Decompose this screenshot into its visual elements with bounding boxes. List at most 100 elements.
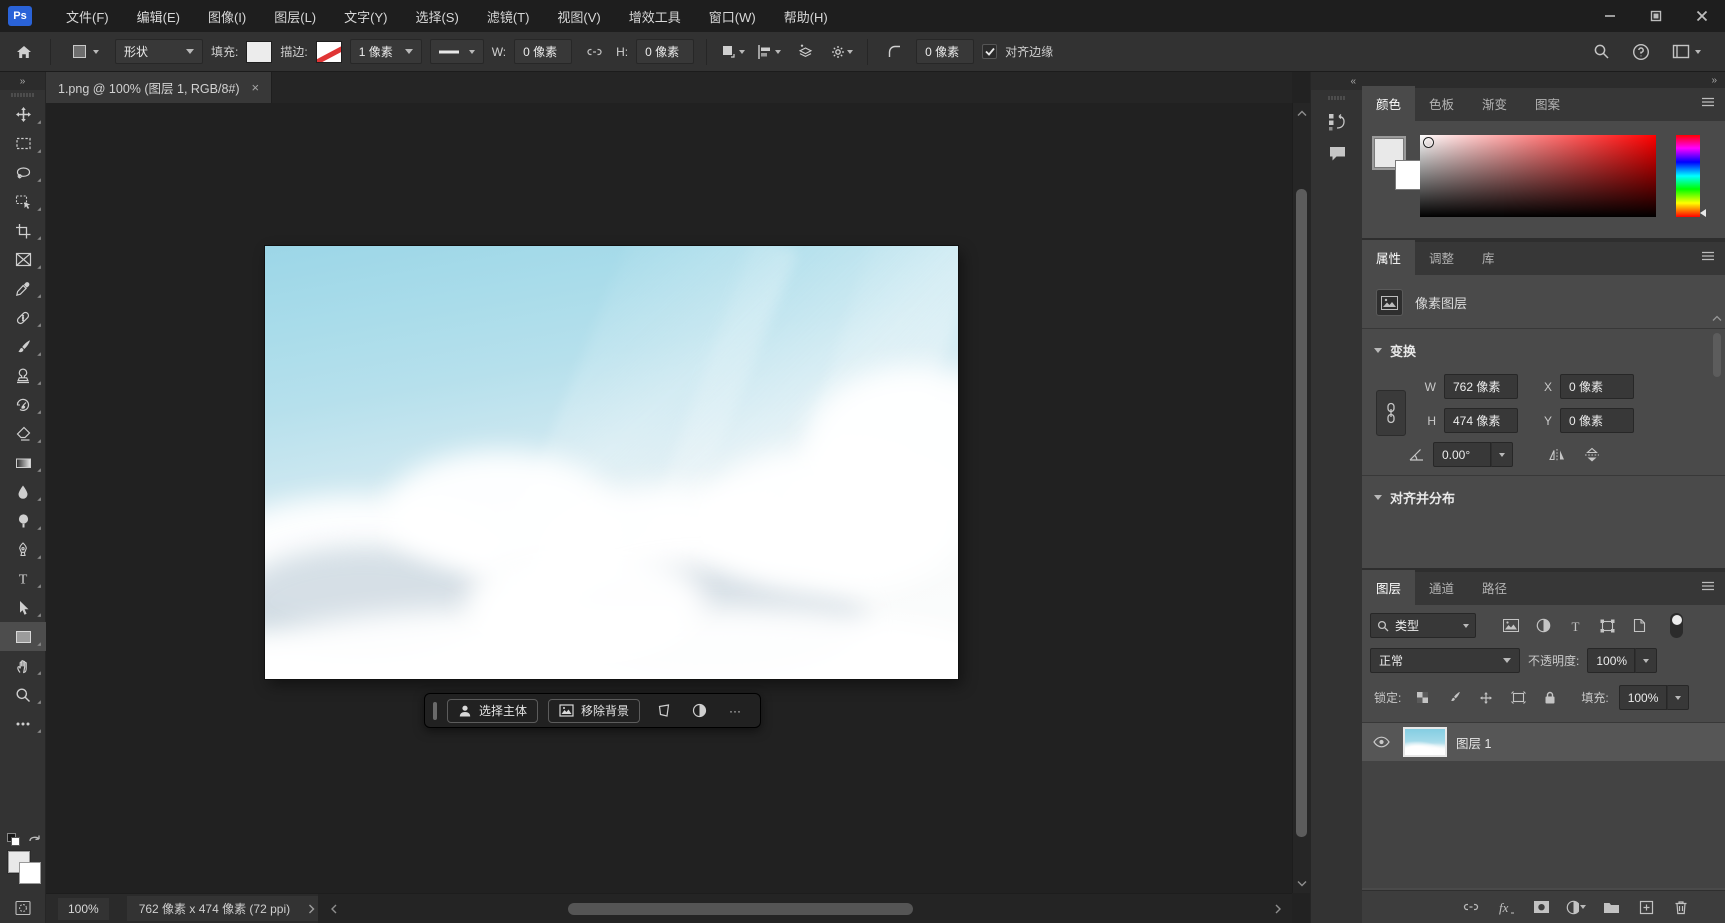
select-subject-button[interactable]: 选择主体 [447,699,538,723]
flip-horizontal-icon[interactable] [1547,447,1567,463]
corner-radius-input[interactable]: 0 像素 [916,39,974,64]
layer-name[interactable]: 图层 1 [1456,733,1491,752]
default-colors-icon[interactable] [7,833,21,846]
transform-section-header[interactable]: 变换 [1362,329,1725,368]
fill-select[interactable]: 100% [1619,685,1689,710]
path-arrangement-icon[interactable] [791,39,819,65]
tab-swatches[interactable]: 色板 [1415,86,1468,121]
tool-preset-picker[interactable] [63,39,107,65]
filter-smart-objects-icon[interactable] [1628,615,1650,637]
horizontal-scroll-thumb[interactable] [568,903,913,915]
workspace-switcher[interactable] [1672,44,1701,59]
link-layers-icon[interactable] [1461,897,1481,917]
tab-paths[interactable]: 路径 [1468,570,1521,605]
menu-window[interactable]: 窗口(W) [697,1,768,32]
quick-mask-icon[interactable] [0,895,46,921]
lock-pixels-icon[interactable] [1443,687,1465,709]
tab-gradients[interactable]: 渐变 [1468,86,1521,121]
link-dimensions-icon[interactable] [580,39,608,65]
tool-eraser[interactable] [0,419,46,448]
panel-menu-icon[interactable] [1701,581,1715,591]
tool-gradient[interactable] [0,448,46,477]
menu-file[interactable]: 文件(F) [54,1,121,32]
menu-help[interactable]: 帮助(H) [772,1,840,32]
menu-select[interactable]: 选择(S) [403,1,470,32]
remove-background-button[interactable]: 移除背景 [548,699,640,723]
panel-menu-icon[interactable] [1701,251,1715,261]
menu-image[interactable]: 图像(I) [196,1,258,32]
new-adjustment-layer-icon[interactable] [1566,897,1586,917]
collapse-tools-icon[interactable]: » [0,72,45,90]
scroll-right-icon[interactable] [1268,904,1288,914]
blend-mode-select[interactable]: 正常 [1370,648,1520,673]
layer-visibility-toggle[interactable] [1368,736,1394,748]
rotation-angle-select[interactable]: 0.00° [1433,442,1513,467]
layer-row[interactable]: 图层 1 [1362,723,1725,761]
search-icon[interactable] [1593,43,1610,60]
color-field-marker[interactable] [1423,137,1434,148]
comments-panel-icon[interactable] [1311,138,1363,170]
filter-type-layers-icon[interactable]: T [1564,615,1586,637]
path-alignment-icon[interactable] [755,39,783,65]
menu-type[interactable]: 文字(Y) [332,1,399,32]
new-group-icon[interactable] [1601,897,1621,917]
width-value-input[interactable]: 762 像素 [1444,374,1518,399]
tool-spot-healing-brush[interactable] [0,303,46,332]
height-value-input[interactable]: 474 像素 [1444,408,1518,433]
y-value-input[interactable]: 0 像素 [1560,408,1634,433]
tab-properties[interactable]: 属性 [1362,240,1415,275]
tool-eyedropper[interactable] [0,274,46,303]
tool-clone-stamp[interactable] [0,361,46,390]
opacity-select[interactable]: 100% [1587,648,1657,673]
shape-height-input[interactable]: 0 像素 [636,39,694,64]
taskbar-drag-handle[interactable] [433,702,437,720]
close-document-icon[interactable]: × [252,80,260,95]
lock-all-icon[interactable] [1539,687,1561,709]
document-tab[interactable]: 1.png @ 100% (图层 1, RGB/8#) × [46,72,272,103]
document-viewport[interactable]: 选择主体 移除背景 ··· [46,103,1292,893]
tool-crop[interactable] [0,216,46,245]
vertical-scrollbar[interactable] [1292,103,1310,893]
more-options-icon[interactable]: ··· [722,699,748,723]
transform-image-icon[interactable] [650,699,676,723]
tools-grip[interactable] [0,90,45,100]
lock-artboard-icon[interactable] [1507,687,1529,709]
tab-color[interactable]: 颜色 [1362,86,1415,121]
scroll-down-icon[interactable] [1293,875,1311,891]
filter-adjustment-layers-icon[interactable] [1532,615,1554,637]
tab-layers[interactable]: 图层 [1362,570,1415,605]
tool-hand[interactable] [0,651,46,680]
stroke-swatch[interactable] [316,41,342,63]
tool-rectangular-marquee[interactable] [0,129,46,158]
tool-frame[interactable] [0,245,46,274]
tool-move[interactable] [0,100,46,129]
filter-shape-layers-icon[interactable] [1596,615,1618,637]
shape-mode-select[interactable]: 形状 [115,39,203,64]
close-button[interactable] [1679,0,1725,32]
properties-scrollbar[interactable] [1711,315,1723,565]
menu-edit[interactable]: 编辑(E) [125,1,192,32]
background-color-swatch[interactable] [19,862,41,884]
tool-brush[interactable] [0,332,46,361]
tab-adjustments[interactable]: 调整 [1415,240,1468,275]
layer-filter-type-select[interactable]: 类型 [1370,613,1476,638]
swap-colors-icon[interactable] [28,832,42,845]
tool-object-selection[interactable] [0,187,46,216]
hue-slider-marker[interactable] [1700,209,1706,217]
strip-grip[interactable] [1311,93,1362,103]
shape-settings-gear-icon[interactable] [827,39,855,65]
flip-vertical-icon[interactable] [1583,447,1601,463]
new-layer-icon[interactable] [1636,897,1656,917]
hue-slider[interactable] [1676,135,1700,217]
scroll-up-icon[interactable] [1293,105,1311,121]
zoom-level[interactable]: 100% [58,898,109,920]
shape-width-input[interactable]: 0 像素 [514,39,572,64]
tool-pen[interactable] [0,535,46,564]
layer-filtering-toggle[interactable] [1670,613,1683,638]
expand-panels-icon[interactable]: « [1311,72,1362,90]
menu-filter[interactable]: 滤镜(T) [475,1,542,32]
menu-layer[interactable]: 图层(L) [262,1,328,32]
menu-view[interactable]: 视图(V) [545,1,612,32]
canvas-image-sky[interactable] [265,246,958,679]
horizontal-scrollbar[interactable] [318,894,1292,923]
